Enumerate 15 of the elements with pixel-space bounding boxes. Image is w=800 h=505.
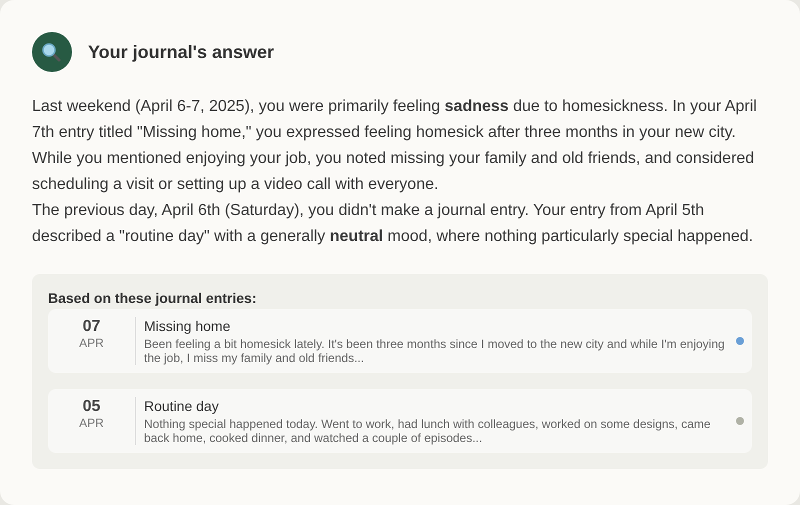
answer-title: Your journal's answer — [88, 42, 274, 62]
entry-day: 05 — [82, 397, 100, 416]
entry-day: 07 — [82, 317, 100, 336]
entry-title: Missing home — [144, 318, 232, 334]
entry-excerpt: Nothing special happened today. Went to work, had lunch with colleagues, worked on some designs, came back home, cooked dinner, and watched a couple of episodes... — [144, 416, 712, 444]
search-icon — [32, 32, 72, 72]
sources-heading: Based on these journal entries: — [48, 290, 258, 306]
journal-entry[interactable]: 05 APR Routine day Nothing special happened today. Went to work, had lunch with colleagues, worked on some designs, came back home, cooked dinner, and watched a couple of episodes... — [48, 389, 752, 453]
entry-month: APR — [79, 336, 104, 350]
entry-title: Routine day — [144, 398, 220, 414]
entry-month: APR — [79, 416, 104, 430]
answer-paragraph: The previous day, April 6th (Saturday), you didn't make a journal entry. Your entry from April 5th described a "routine day" with a generally neutral mood, where nothing particularly special happened. — [32, 201, 754, 247]
entry-excerpt: Been feeling a bit homesick lately. It's been three months since I moved to the new city and while I'm enjoying the job, I miss my family and old friends... — [144, 336, 726, 364]
answer-paragraph: Last weekend (April 6-7, 2025), you were primarily feeling sadness due to homesickness. In your April 7th entry titled "Missing home," you expressed feeling homesick after three months in your new city. While you mentioned enjoying your job, you noted missing your family and old friends, and considered scheduling a visit or setting up a video call with everyone. — [32, 97, 758, 195]
journal-entry[interactable]: 07 APR Missing home Been feeling a bit homesick lately. It's been three months since I moved to the new city and while I'm enjoying the job, I miss my family and old friends... — [48, 309, 752, 373]
